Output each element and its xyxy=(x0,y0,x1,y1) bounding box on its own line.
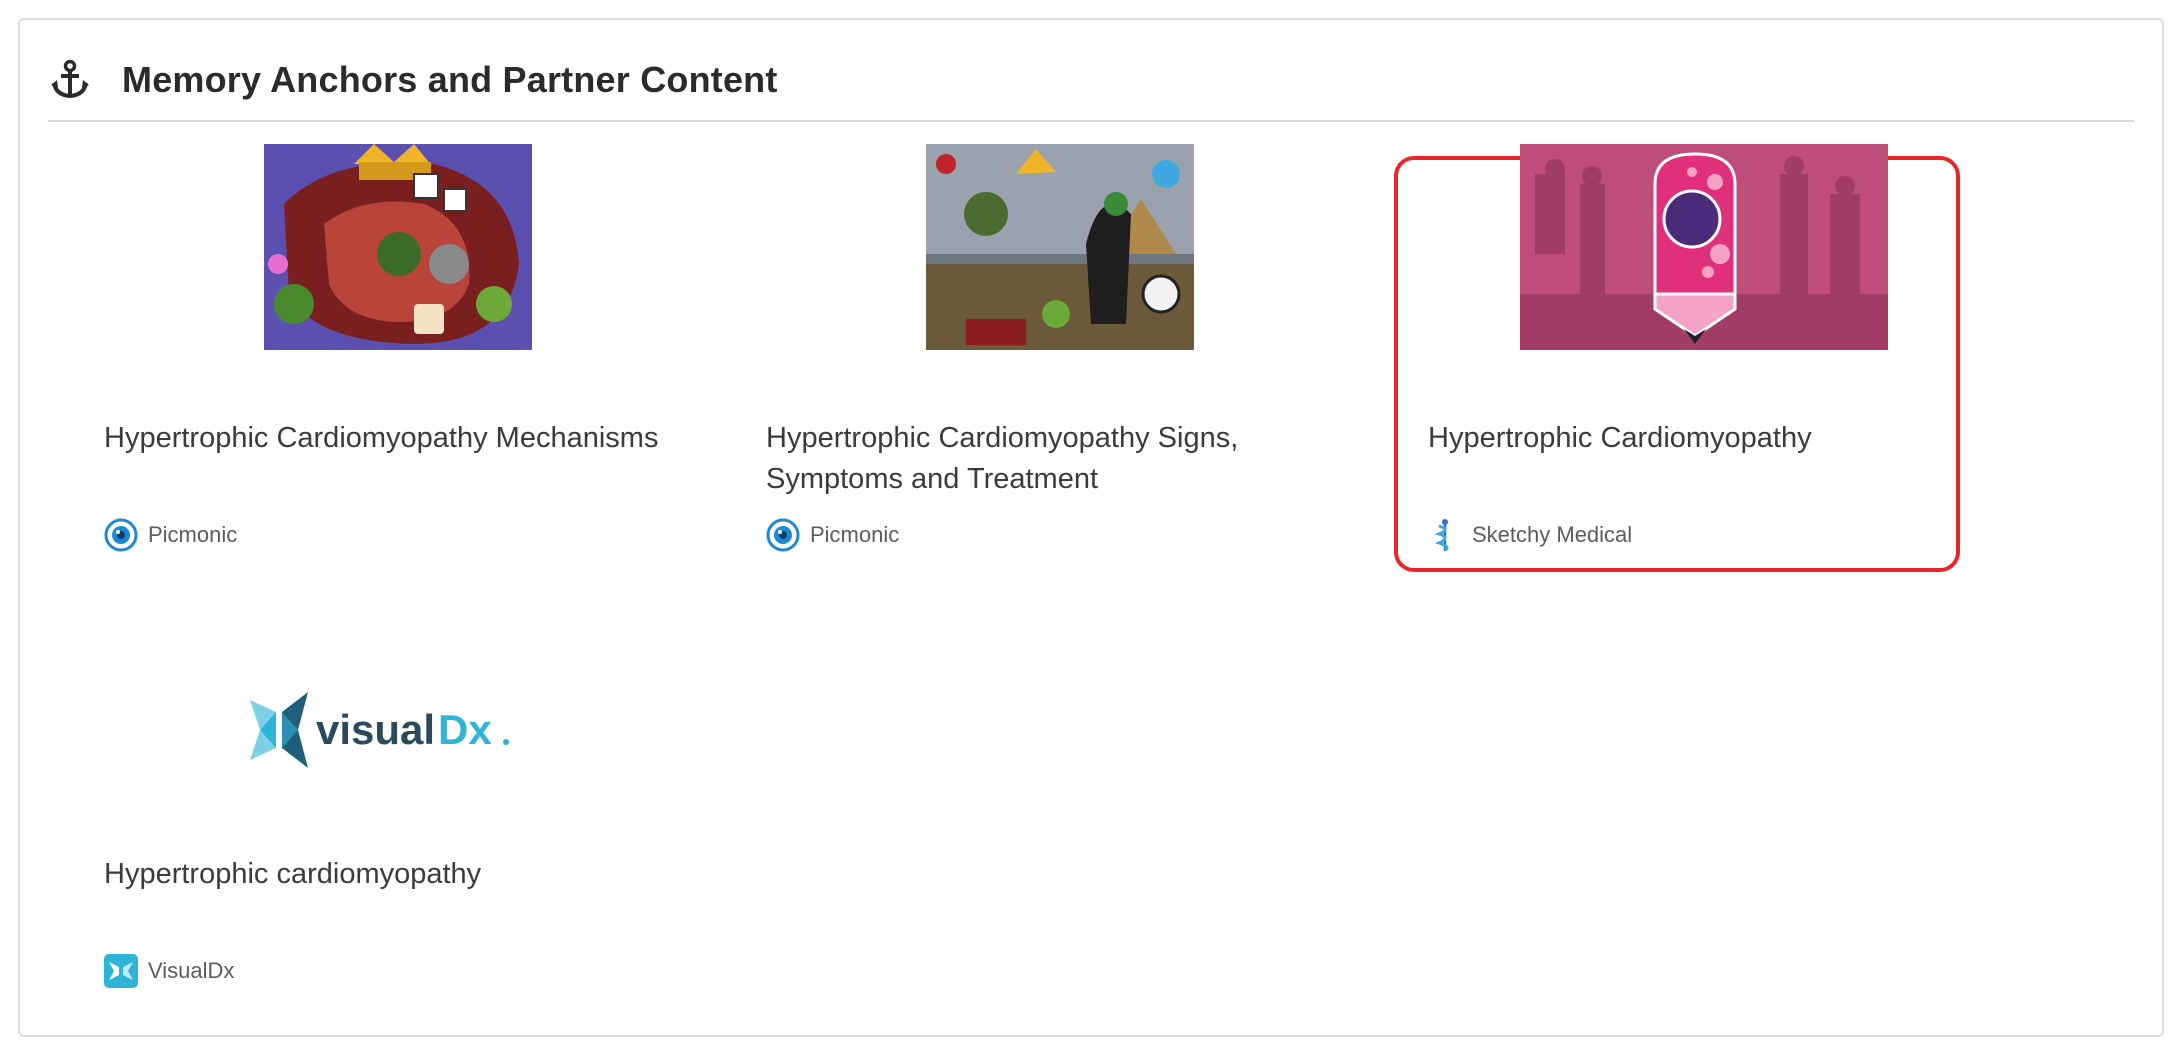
memory-anchors-panel: Memory Anchors and Partner Content Hyper… xyxy=(18,18,2164,1037)
picmonic-eye-icon xyxy=(104,518,138,552)
card-title[interactable]: Hypertrophic Cardiomyopathy Mechanisms xyxy=(104,418,724,459)
card-thumbnail xyxy=(1520,144,1888,350)
card-title[interactable]: Hypertrophic Cardiomyopathy Signs, Sympt… xyxy=(766,418,1326,500)
card-source: VisualDx xyxy=(104,954,234,988)
source-label: Sketchy Medical xyxy=(1472,522,1633,547)
card-thumbnail xyxy=(264,144,532,350)
card-title[interactable]: Hypertrophic cardiomyopathy xyxy=(104,854,704,895)
source-label: Picmonic xyxy=(810,522,900,547)
source-label: Picmonic xyxy=(148,522,238,547)
anchor-icon xyxy=(48,58,92,102)
picmonic-eye-icon xyxy=(766,518,800,552)
panel-header: Memory Anchors and Partner Content xyxy=(48,40,2134,122)
visualdx-logo-icon xyxy=(104,954,138,988)
card-title[interactable]: Hypertrophic Cardiomyopathy xyxy=(1428,418,1948,459)
partner-card-hcm-signs-symptoms[interactable]: Hypertrophic Cardiomyopathy Signs, Sympt… xyxy=(742,120,1362,552)
card-source: Picmonic xyxy=(104,518,237,552)
partner-card-hcm-mechanisms[interactable]: Hypertrophic Cardiomyopathy Mechanisms P… xyxy=(80,120,700,552)
partner-card-hcm-sketchy-content[interactable]: Hypertrophic Cardiomyopathy Sketchy Medi… xyxy=(1398,120,1958,552)
source-label: VisualDx xyxy=(148,958,235,983)
card-source: Picmonic xyxy=(766,518,899,552)
card-thumbnail xyxy=(926,144,1194,350)
sketchy-caduceus-icon xyxy=(1428,518,1462,552)
visualdx-logo-text-b: Dx xyxy=(438,706,492,753)
card-thumbnail: visual Dx xyxy=(250,690,530,770)
panel-title: Memory Anchors and Partner Content xyxy=(122,59,778,100)
card-source: Sketchy Medical xyxy=(1428,518,1632,552)
visualdx-logo-text-a: visual xyxy=(316,706,435,753)
partner-card-hcm-visualdx[interactable]: visual Dx Hypertrophic cardiomyopathy Vi… xyxy=(80,650,700,988)
